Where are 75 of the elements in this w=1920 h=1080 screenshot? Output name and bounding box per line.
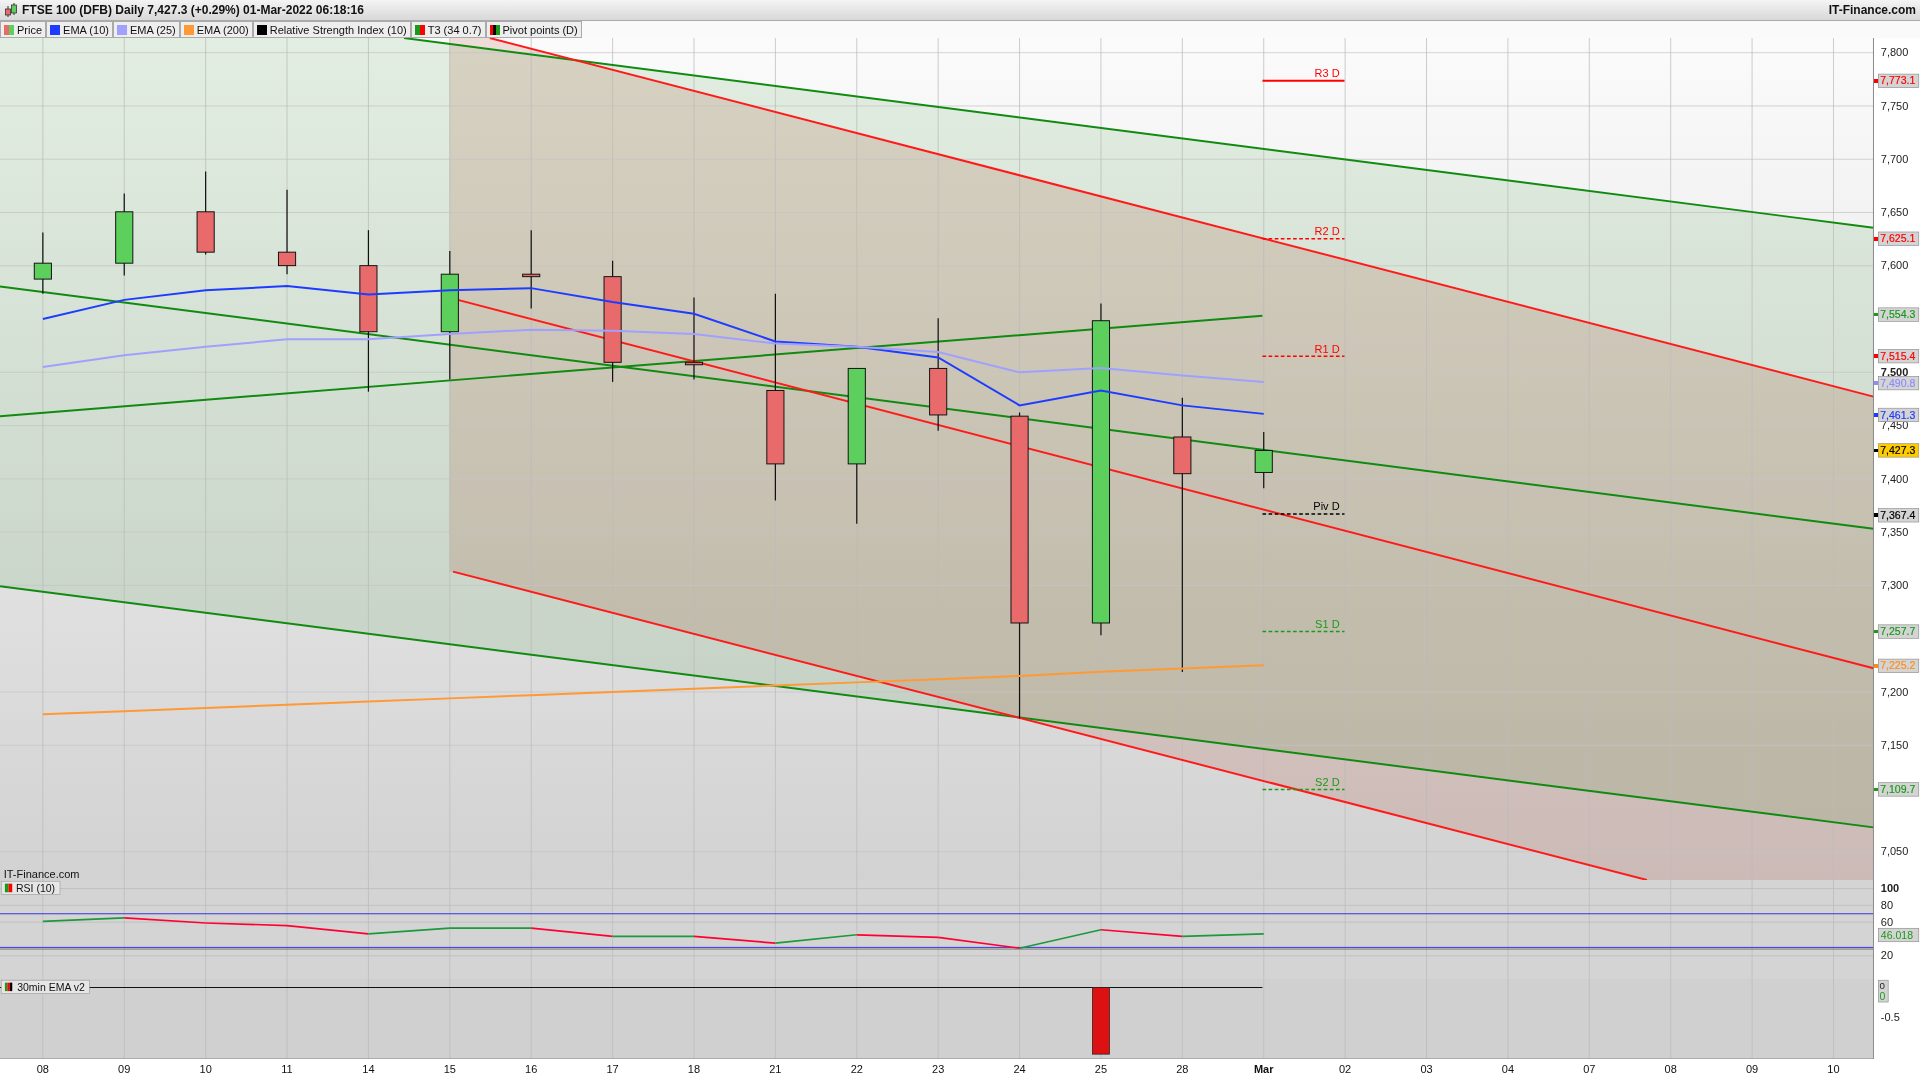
legend-label: Price — [17, 23, 43, 36]
date-label: 11 — [281, 1063, 293, 1076]
date-label: 18 — [687, 1063, 701, 1076]
date-label: 14 — [362, 1063, 375, 1076]
axis-tick-label: 80 — [1880, 899, 1894, 912]
legend-swatch-icon — [4, 24, 14, 35]
axis-tick-label: 7,450 — [1880, 419, 1909, 432]
date-label: 08 — [1664, 1063, 1677, 1076]
legend-label: EMA (10) — [63, 23, 109, 36]
histogram-bar — [1092, 987, 1110, 1055]
pivot-label: R1 D — [1314, 342, 1340, 355]
legend-label: T3 (34 0.7) — [427, 23, 482, 36]
axis-tick-label: 20 — [1880, 949, 1894, 962]
date-label: 23 — [932, 1063, 945, 1076]
axis-tick-label: 60 — [1880, 915, 1894, 928]
legend-chip[interactable]: EMA (25) — [112, 21, 180, 38]
date-label: 09 — [1745, 1063, 1759, 1076]
legend-label: EMA (25) — [129, 23, 176, 36]
date-label: 16 — [525, 1063, 538, 1076]
provider-label: IT-Finance.com — [3, 867, 80, 880]
date-label: 24 — [1013, 1063, 1026, 1076]
legend-swatch-icon — [414, 24, 425, 35]
brand-label: IT-Finance.com — [1828, 3, 1916, 17]
pivot-label: R3 D — [1314, 67, 1340, 80]
pivot-label: S1 D — [1315, 617, 1340, 630]
date-label: 09 — [118, 1063, 131, 1076]
axis-tick-label: 7,750 — [1880, 99, 1909, 112]
date-label: 04 — [1501, 1063, 1515, 1076]
date-label: 08 — [36, 1063, 49, 1076]
pivot-label: Piv D — [1313, 500, 1340, 513]
legend-chip[interactable]: Price — [0, 21, 47, 38]
pivot-label: S2 D — [1315, 775, 1340, 788]
legend-chip[interactable]: EMA (200) — [179, 21, 253, 38]
axis-tick-label: 7,600 — [1880, 259, 1909, 272]
candlestick — [1254, 431, 1273, 489]
panel-label: 30min EMA v2 — [0, 979, 90, 994]
axis-tick-label: 100 — [1880, 882, 1900, 895]
axis-tick-label: 7,350 — [1880, 525, 1909, 538]
date-label: 15 — [443, 1063, 456, 1076]
date-label: 17 — [606, 1063, 619, 1076]
candlestick-icon — [4, 2, 18, 18]
legend-label: Pivot points (D) — [502, 23, 578, 36]
legend-chip[interactable]: Pivot points (D) — [485, 21, 582, 38]
date-label: 25 — [1094, 1063, 1108, 1076]
axis-tick-label: 7,700 — [1880, 152, 1909, 165]
date-label: Mar — [1253, 1063, 1274, 1076]
date-label: 10 — [199, 1063, 212, 1076]
axis-tick-label: -0.5 — [1880, 1011, 1900, 1024]
chart-title: FTSE 100 (DFB) Daily 7,427.3 (+0.29%) 01-Mar-2022 06:18:16 — [22, 3, 364, 17]
legend-chip[interactable]: T3 (34 0.7) — [410, 21, 486, 38]
axis-tick-label: 7,150 — [1880, 738, 1909, 751]
date-label: 22 — [850, 1063, 863, 1076]
legend-chip[interactable]: Relative Strength Index (10) — [252, 21, 411, 38]
legend-swatch-icon — [489, 24, 500, 35]
legend-label: EMA (200) — [196, 23, 249, 36]
axis-tick-label: 7,800 — [1880, 46, 1909, 59]
panel-label: RSI (10) — [0, 880, 61, 895]
axis-tick-label: 7,400 — [1880, 472, 1909, 485]
axis-tick-label: 7,300 — [1880, 579, 1909, 592]
axis-tick-label: 7,200 — [1880, 685, 1909, 698]
date-label: 21 — [769, 1063, 782, 1076]
legend-label: Relative Strength Index (10) — [269, 23, 407, 36]
candlestick — [33, 232, 52, 295]
axis-tick-label: 7,650 — [1880, 206, 1909, 219]
date-label: 03 — [1420, 1063, 1433, 1076]
value-tag: 0 0 — [1878, 979, 1889, 1003]
date-label: 10 — [1827, 1063, 1840, 1076]
value-tag: 46.018 — [1878, 927, 1920, 943]
date-label: 02 — [1339, 1063, 1352, 1076]
pivot-label: R2 D — [1314, 225, 1340, 238]
date-label: 28 — [1176, 1063, 1189, 1076]
legend-chip[interactable]: EMA (10) — [46, 21, 113, 38]
date-label: 07 — [1583, 1063, 1596, 1076]
axis-tick-label: 7,500 — [1880, 366, 1909, 378]
axis-tick-label: 7,050 — [1880, 845, 1909, 858]
